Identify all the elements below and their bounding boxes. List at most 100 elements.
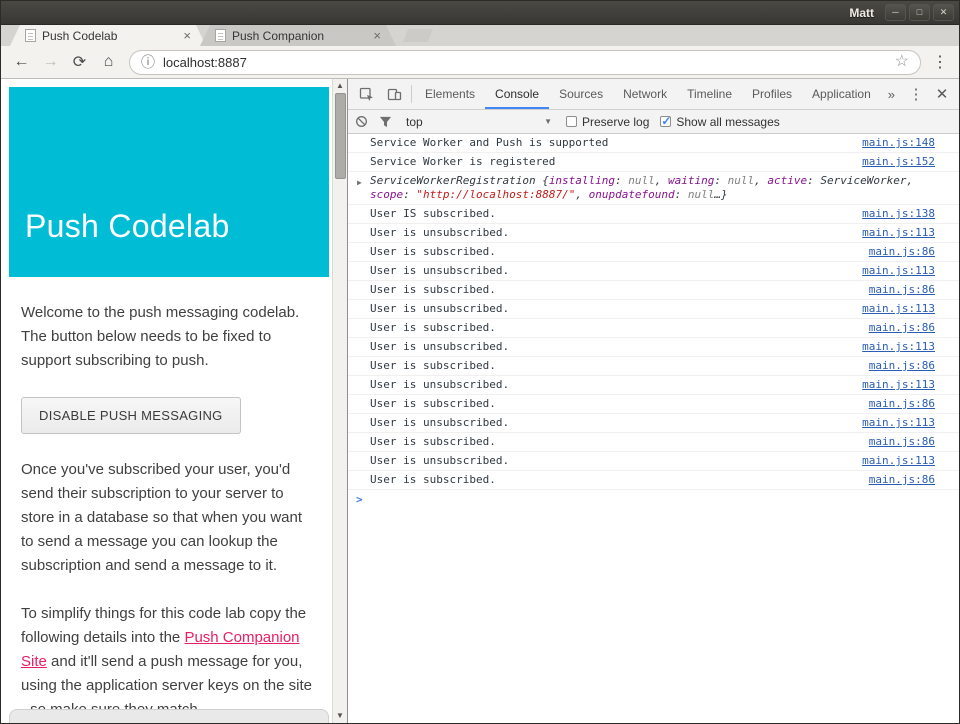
console-message-text: User is subscribed. [370, 283, 859, 297]
page-content: Push Codelab Welcome to the push messagi… [1, 79, 332, 723]
execution-context-select[interactable]: top ▼ [403, 115, 555, 129]
maximize-button[interactable]: □ [909, 4, 930, 21]
details-section-top [9, 709, 329, 723]
devtools-tab-console[interactable]: Console [485, 79, 549, 109]
console-row: User is subscribed.main.js:86 [348, 319, 959, 338]
preserve-log-checkbox[interactable] [566, 116, 577, 127]
show-all-messages-label: Show all messages [676, 115, 779, 129]
forward-button[interactable]: → [37, 49, 64, 75]
source-link[interactable]: main.js:113 [862, 378, 935, 392]
source-link[interactable]: main.js:86 [869, 397, 935, 411]
show-all-messages-option[interactable]: Show all messages [660, 115, 779, 129]
console-message-text: User is unsubscribed. [370, 416, 852, 430]
url-text: localhost:8887 [163, 55, 247, 70]
source-link[interactable]: main.js:86 [869, 473, 935, 487]
tab-label: Push Companion [232, 29, 367, 43]
browser-toolbar: ← → ⟳ ⌂ ⓘ localhost:8887 ☆ ⋮ [1, 46, 959, 79]
console-row: User is subscribed. main.js:86 [348, 243, 959, 262]
scroll-down-arrow-icon[interactable]: ▼ [333, 709, 347, 723]
source-link[interactable]: main.js:86 [869, 435, 935, 449]
console-row: User is subscribed.main.js:86 [348, 395, 959, 414]
console-row: User is subscribed. main.js:86 [348, 433, 959, 452]
console-row: User is unsubscribed. main.js:113 [348, 414, 959, 433]
console-prompt[interactable]: > [348, 490, 959, 509]
info-icon[interactable]: ⓘ [141, 55, 155, 69]
source-link[interactable]: main.js:86 [869, 283, 935, 297]
source-link[interactable]: main.js:86 [869, 321, 935, 335]
scrollbar-thumb[interactable] [335, 93, 346, 179]
devtools-menu-icon[interactable]: ⋮ [903, 85, 929, 103]
filter-icon[interactable] [379, 116, 392, 128]
address-bar[interactable]: ⓘ localhost:8887 ☆ [129, 50, 921, 75]
source-link[interactable]: main.js:113 [862, 454, 935, 468]
browser-menu-icon[interactable]: ⋮ [928, 52, 952, 72]
minimize-button[interactable]: ─ [885, 4, 906, 21]
page-scrollbar: ▲ ▼ [332, 79, 347, 723]
tab-close-icon[interactable]: × [183, 29, 191, 42]
content-area: Push Codelab Welcome to the push messagi… [1, 79, 959, 723]
devtools-tabs: ElementsConsoleSourcesNetworkTimelinePro… [415, 79, 881, 109]
source-link[interactable]: main.js:86 [869, 245, 935, 259]
page-favicon-icon [25, 29, 36, 42]
console-message-text: User is subscribed. [370, 245, 859, 259]
tab-push-codelab[interactable]: Push Codelab × [10, 25, 206, 46]
source-link[interactable]: main.js:138 [862, 207, 935, 221]
new-tab-button[interactable] [403, 29, 433, 42]
page-favicon-icon [215, 29, 226, 42]
console-message-text: Service Worker is registered [370, 155, 852, 169]
home-button[interactable]: ⌂ [95, 49, 122, 75]
console-row: User is subscribed.main.js:86 [348, 357, 959, 376]
disable-push-button[interactable]: DISABLE PUSH MESSAGING [21, 397, 241, 434]
devtools-tabbar: ElementsConsoleSourcesNetworkTimelinePro… [348, 79, 959, 110]
scroll-up-arrow-icon[interactable]: ▲ [333, 79, 347, 93]
bookmark-star-icon[interactable]: ☆ [895, 54, 909, 70]
console-message-text: User is subscribed. [370, 435, 859, 449]
tab-strip: Push Codelab × Push Companion × [1, 25, 959, 46]
source-link[interactable]: main.js:152 [862, 155, 935, 169]
back-button[interactable]: ← [8, 49, 35, 75]
reload-button[interactable]: ⟳ [66, 49, 93, 75]
inspect-element-icon[interactable] [352, 81, 380, 107]
devtools-close-icon[interactable]: ✕ [929, 85, 955, 103]
toolbar-divider [411, 85, 412, 103]
devtools-panel: ElementsConsoleSourcesNetworkTimelinePro… [347, 79, 959, 723]
tab-close-icon[interactable]: × [373, 29, 381, 42]
devtools-tab-elements[interactable]: Elements [415, 79, 485, 109]
more-tabs-chevron-icon[interactable]: » [881, 87, 902, 102]
console-row: User is unsubscribed. main.js:113 [348, 224, 959, 243]
show-all-messages-checkbox[interactable] [660, 116, 671, 127]
subscribe-paragraph: Once you've subscribed your user, you'd … [21, 458, 317, 578]
devtools-tab-profiles[interactable]: Profiles [742, 79, 802, 109]
device-toolbar-icon[interactable] [380, 81, 408, 107]
source-link[interactable]: main.js:86 [869, 359, 935, 373]
source-link[interactable]: main.js:113 [862, 416, 935, 430]
clear-console-icon[interactable] [355, 115, 368, 128]
source-link[interactable]: main.js:113 [862, 302, 935, 316]
source-link[interactable]: main.js:113 [862, 340, 935, 354]
devtools-tab-timeline[interactable]: Timeline [677, 79, 742, 109]
tab-push-companion[interactable]: Push Companion × [200, 25, 396, 46]
console-output: Service Worker and Push is supported main… [348, 134, 959, 723]
console-row: Service Worker is registered main.js:152 [348, 153, 959, 172]
source-link[interactable]: main.js:113 [862, 264, 935, 278]
console-message-text: User is unsubscribed. [370, 226, 852, 240]
window-title: Matt [849, 6, 874, 20]
expand-triangle-icon[interactable]: ▶ [357, 176, 362, 190]
preserve-log-option[interactable]: Preserve log [566, 115, 649, 129]
page-panel: Push Codelab Welcome to the push messagi… [1, 79, 347, 723]
devtools-tab-application[interactable]: Application [802, 79, 881, 109]
console-row: User is unsubscribed.main.js:113 [348, 300, 959, 319]
console-message-text: User IS subscribed. [370, 207, 852, 221]
console-row: User is subscribed.main.js:86 [348, 471, 959, 490]
console-message-text: User is unsubscribed. [370, 454, 852, 468]
console-row: User is unsubscribed.main.js:113 [348, 338, 959, 357]
window-close-button[interactable]: ✕ [933, 4, 954, 21]
devtools-tab-network[interactable]: Network [613, 79, 677, 109]
source-link[interactable]: main.js:148 [862, 136, 935, 150]
devtools-tab-sources[interactable]: Sources [549, 79, 613, 109]
object-preview: ServiceWorkerRegistration {installing: n… [370, 174, 913, 201]
source-link[interactable]: main.js:113 [862, 226, 935, 240]
companion-paragraph: To simplify things for this code lab cop… [21, 602, 317, 722]
console-message-text: Service Worker and Push is supported [370, 136, 852, 150]
console-row: User is unsubscribed.main.js:113 [348, 376, 959, 395]
